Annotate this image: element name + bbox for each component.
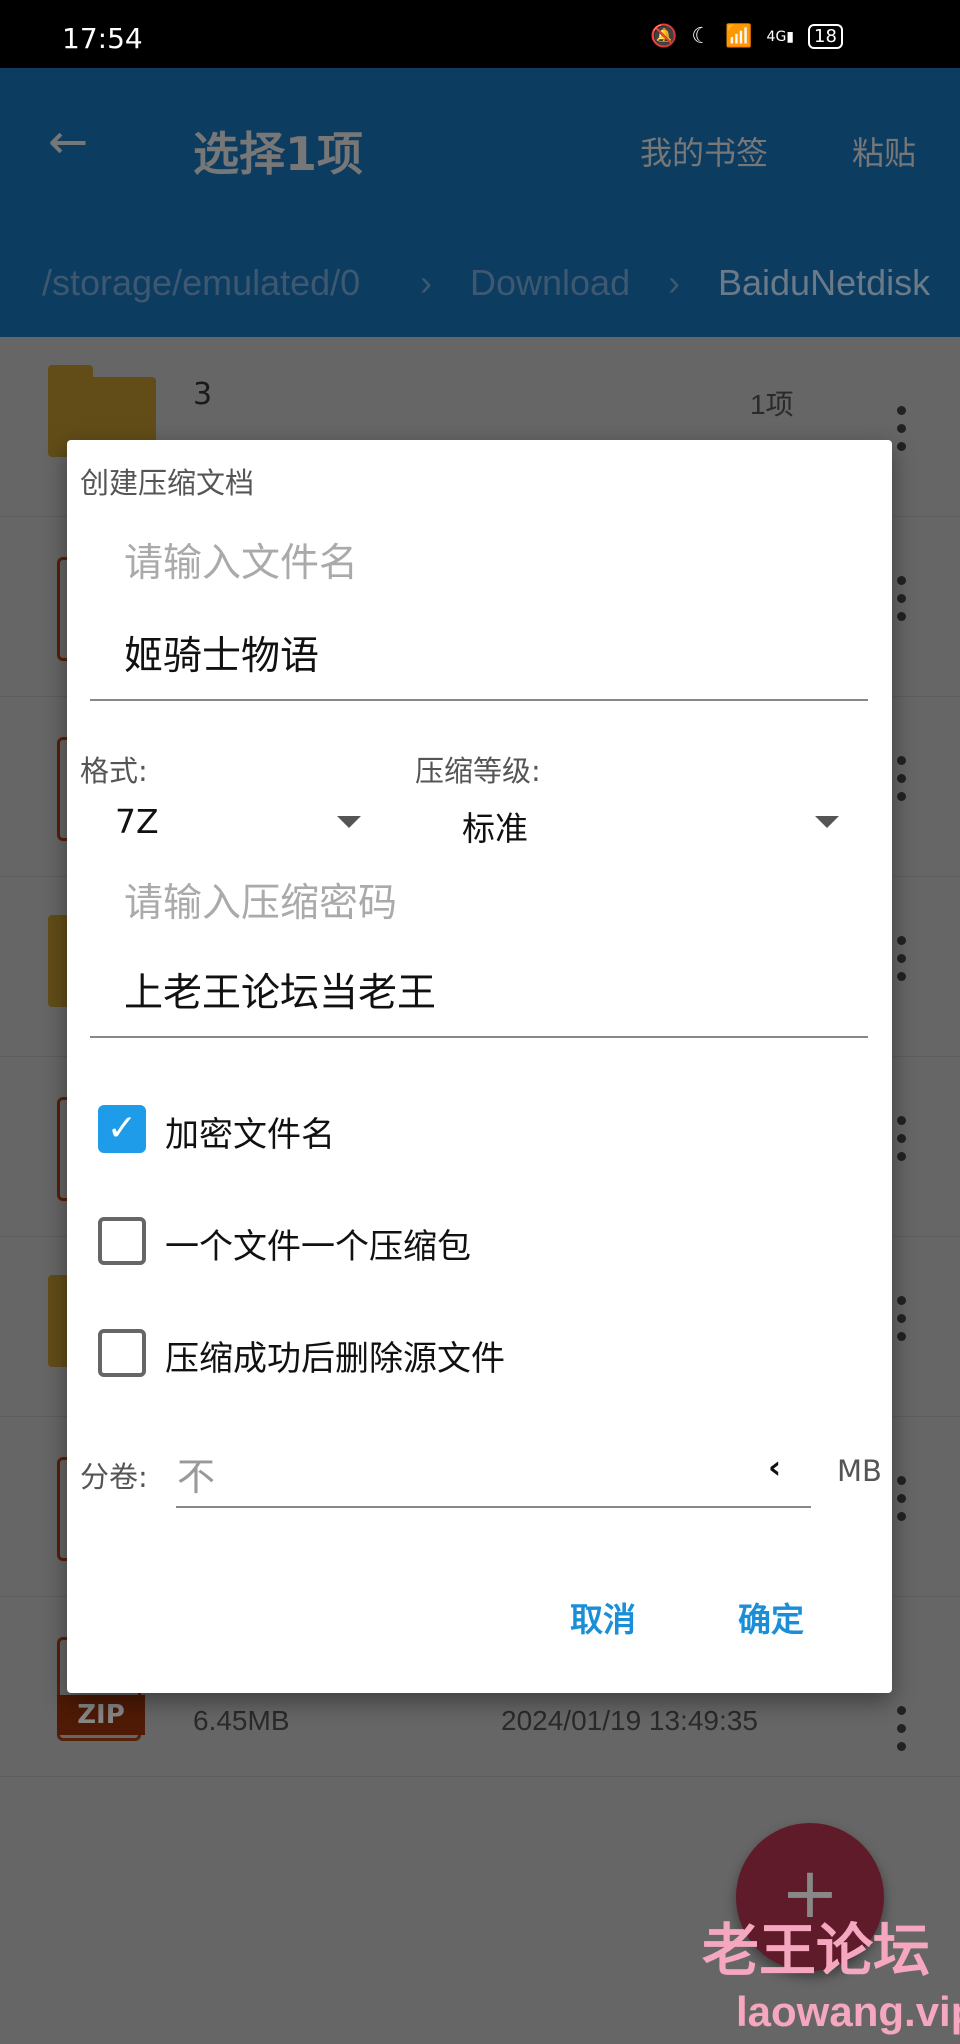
chevron-right-icon: › xyxy=(668,262,680,303)
password-placeholder: 请输入压缩密码 xyxy=(124,881,398,926)
filename-placeholder: 请输入文件名 xyxy=(124,541,359,586)
clock: 17:54 xyxy=(62,22,143,55)
zip-badge: ZIP xyxy=(57,1695,145,1735)
bookmarks-button[interactable]: 我的书签 xyxy=(640,128,768,174)
split-unit: MB xyxy=(837,1454,882,1488)
more-vert-icon[interactable] xyxy=(894,1107,908,1170)
breadcrumb-item[interactable]: Download xyxy=(470,262,630,304)
cancel-button[interactable]: 取消 xyxy=(570,1593,636,1641)
format-select[interactable]: 7Z xyxy=(115,802,159,841)
password-underline xyxy=(90,1036,868,1038)
breadcrumb-item[interactable]: BaiduNetdisk xyxy=(718,262,930,304)
status-bar: 17:54 🔕 ☾ 📶 4G▮ 18 xyxy=(0,0,960,68)
check-icon: ✓ xyxy=(106,1108,138,1149)
level-label: 压缩等级: xyxy=(415,754,541,788)
filename-underline xyxy=(90,699,868,701)
paste-button[interactable]: 粘贴 xyxy=(852,128,916,174)
mute-vibrate-icon: 🔕 xyxy=(650,24,678,49)
format-label: 格式: xyxy=(80,754,148,788)
level-select[interactable]: 标准 xyxy=(462,802,528,850)
dropdown-arrow-icon[interactable] xyxy=(337,816,361,828)
back-arrow-icon[interactable]: ← xyxy=(48,114,88,170)
app-bar: ← 选择1项 我的书签 粘贴 /storage/emulated/0 › Dow… xyxy=(0,68,960,337)
split-underline xyxy=(176,1506,811,1508)
create-archive-dialog: 创建压缩文档 请输入文件名 姬骑士物语 格式: 7Z 压缩等级: 标准 请输入压… xyxy=(67,440,892,1693)
more-vert-icon[interactable] xyxy=(894,567,908,630)
file-size: 6.45MB xyxy=(193,1705,290,1736)
checkbox-label[interactable]: 一个文件一个压缩包 xyxy=(165,1219,471,1268)
more-vert-icon[interactable] xyxy=(894,927,908,990)
4g-signal-icon: 4G▮ xyxy=(766,28,795,45)
dialog-title: 创建压缩文档 xyxy=(80,466,255,500)
item-name: 3 xyxy=(193,377,213,412)
split-input[interactable]: 不 xyxy=(177,1446,215,1501)
watermark-title: 老王论坛 xyxy=(702,1918,930,1984)
more-vert-icon[interactable] xyxy=(894,747,908,810)
file-date: 2024/01/19 13:49:35 xyxy=(501,1705,758,1736)
more-vert-icon[interactable] xyxy=(894,397,908,460)
breadcrumb-item[interactable]: /storage/emulated/0 xyxy=(42,262,360,304)
dropdown-arrow-icon[interactable] xyxy=(815,816,839,828)
encrypt-filename-checkbox[interactable]: ✓ xyxy=(98,1105,146,1153)
more-vert-icon[interactable] xyxy=(894,1697,908,1760)
checkbox-label[interactable]: 压缩成功后删除源文件 xyxy=(165,1331,505,1380)
delete-source-checkbox[interactable] xyxy=(98,1329,146,1377)
checkbox-label[interactable]: 加密文件名 xyxy=(165,1107,335,1156)
page-title: 选择1项 xyxy=(193,127,364,181)
watermark-url: laowang.vip xyxy=(736,1988,960,2035)
more-vert-icon[interactable] xyxy=(894,1287,908,1350)
password-input[interactable]: 上老王论坛当老王 xyxy=(124,962,436,1018)
ok-button[interactable]: 确定 xyxy=(738,1593,804,1641)
chevron-right-icon: › xyxy=(420,262,432,303)
more-vert-icon[interactable] xyxy=(894,1467,908,1530)
one-archive-per-file-checkbox[interactable] xyxy=(98,1217,146,1265)
chevron-left-icon[interactable]: ‹ xyxy=(768,1448,781,1486)
split-label: 分卷: xyxy=(80,1460,148,1494)
battery-icon: 18 xyxy=(808,24,843,49)
battery-level: 18 xyxy=(814,26,837,47)
moon-icon: ☾ xyxy=(691,24,712,49)
item-count: 1项 xyxy=(750,389,794,420)
filename-input[interactable]: 姬骑士物语 xyxy=(124,625,319,681)
wifi-icon: 📶 xyxy=(725,24,753,49)
